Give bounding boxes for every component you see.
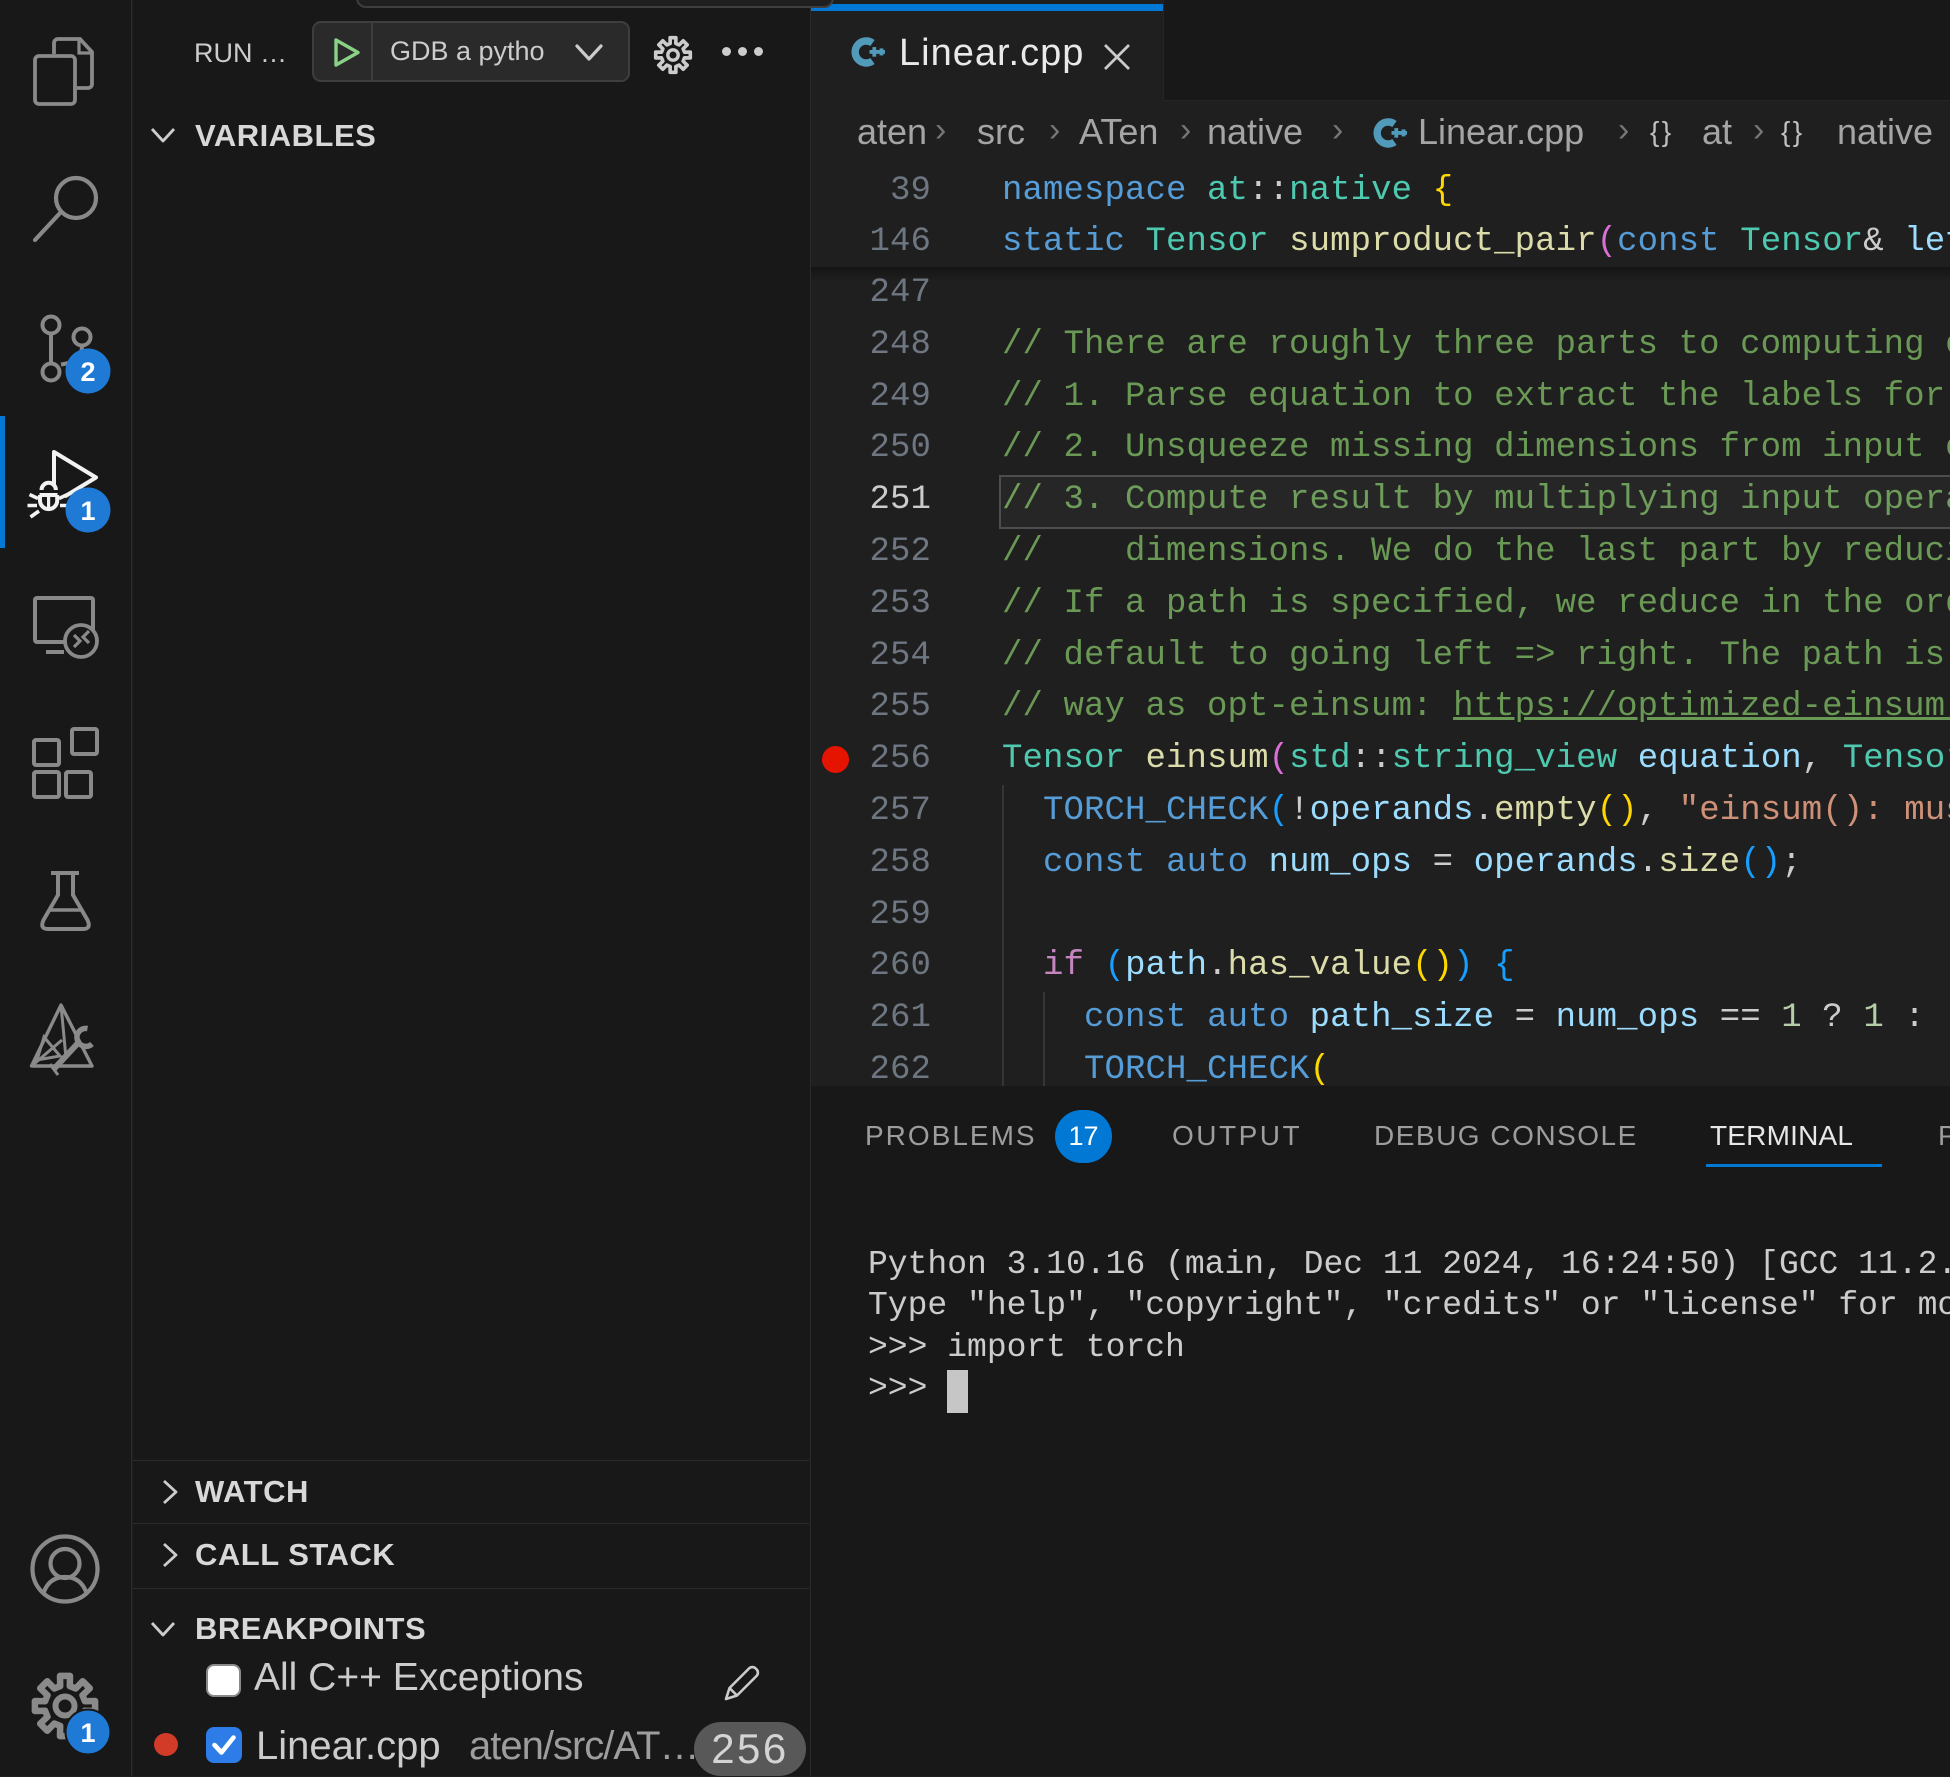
- svg-text:2: 2: [80, 357, 95, 387]
- svg-text:1: 1: [80, 496, 95, 526]
- svg-text:1: 1: [80, 1718, 95, 1748]
